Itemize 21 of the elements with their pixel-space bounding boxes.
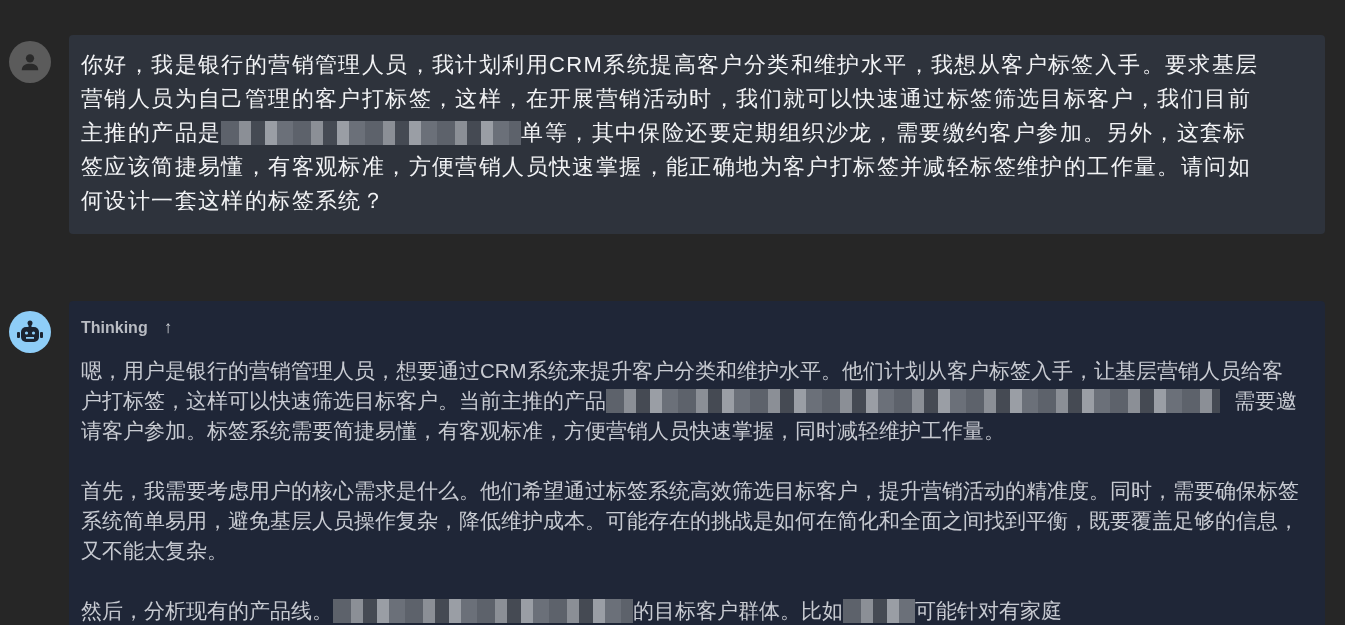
collapse-toggle[interactable]: ↑ <box>161 318 175 338</box>
thinking-label: Thinking <box>81 318 148 338</box>
message-text: 主推的产品是 <box>81 119 222 147</box>
message-text: 的目标客户群体。比如 <box>633 598 843 624</box>
robot-icon <box>17 320 43 344</box>
message-text: 营销人员为自己管理的客户打标签，这样，在开展营销活动时，我们就可以快速通过标签筛选目标客户，我们目前 <box>81 85 1251 113</box>
message-text: 签应该简捷易懂，有客观标准，方便营销人员快速掌握，能正确地为客户打标签并减轻标签维护的工作量。请问如 <box>81 153 1251 181</box>
message-text: 系统简单易用，避免基层人员操作复杂，降低维护成本。可能存在的挑战是如何在简化和全面之间找到平衡，既要覆盖足够的信息， <box>81 508 1299 534</box>
message-text: 单等，其中保险还要定期组织沙龙，需要缴约客户参加。另外，这套标 <box>521 119 1247 147</box>
message-text: 嗯，用户是银行的营销管理人员，想要通过CRM系统来提升客户分类和维护水平。他们计划从客户标签入手，让基层营销人员给客 <box>81 358 1283 384</box>
message-text: 需要邀 <box>1234 388 1297 414</box>
person-icon <box>19 51 41 73</box>
pixelated-redaction <box>843 599 915 623</box>
message-text: 首先，我需要考虑用户的核心需求是什么。他们希望通过标签系统高效筛选目标客户，提升营销活动的精准度。同时，需要确保标签 <box>81 478 1299 504</box>
message-text: 然后，分析现有的产品线。 <box>81 598 333 624</box>
message-text: 户打标签，这样可以快速筛选目标客户。当前主推的产品 <box>81 388 606 414</box>
message-text: 可能针对有家庭 <box>915 598 1062 624</box>
message-text: 请客户参加。标签系统需要简捷易懂，有客观标准，方便营销人员快速掌握，同时减轻维护工作量。 <box>81 418 1005 444</box>
message-text: 又不能太复杂。 <box>81 538 228 564</box>
message-text: 何设计一套这样的标签系统？ <box>81 187 386 215</box>
message-text: 你好，我是银行的营销管理人员，我计划利用CRM系统提高客户分类和维护水平，我想从客户标签入手。要求基层 <box>81 51 1259 79</box>
